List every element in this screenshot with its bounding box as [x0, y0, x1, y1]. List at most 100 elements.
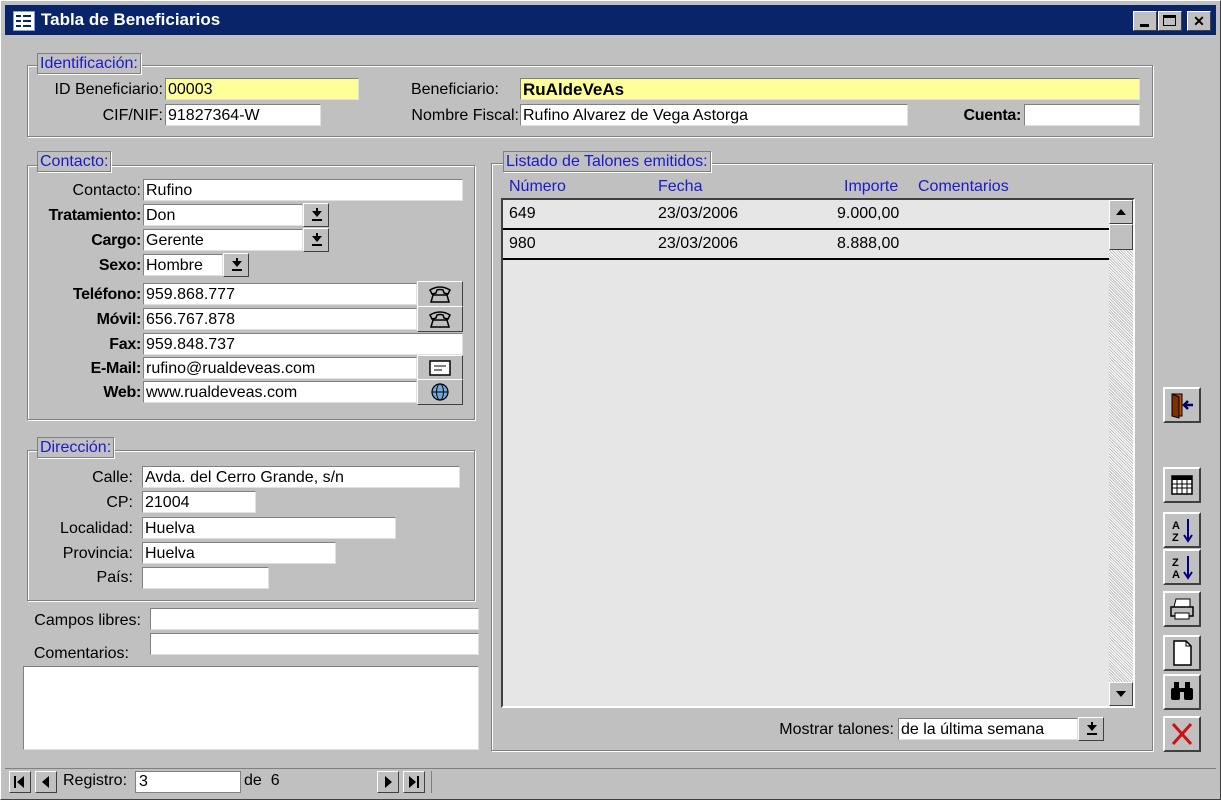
- sort-za-icon: ZA: [1172, 556, 1193, 581]
- provincia-field[interactable]: Huelva: [142, 542, 336, 564]
- beneficiario-field[interactable]: RuAldeVeAs: [520, 78, 1140, 100]
- cell-fecha: 23/03/2006: [658, 205, 739, 222]
- scroll-down-button[interactable]: [1109, 682, 1133, 706]
- print-button[interactable]: [1163, 591, 1201, 627]
- phone-icon: [429, 286, 451, 303]
- campos-libres-label: Campos libres:: [34, 612, 141, 629]
- cp-field[interactable]: 21004: [142, 491, 256, 513]
- delete-x-icon: [1171, 722, 1193, 746]
- campos-libres-field-1[interactable]: [150, 608, 479, 630]
- campos-libres-field-2[interactable]: [150, 633, 479, 655]
- first-record-button[interactable]: [9, 771, 31, 793]
- col-header-comentarios[interactable]: Comentarios: [918, 177, 1009, 197]
- list-vertical-scrollbar[interactable]: [1109, 200, 1133, 706]
- find-button[interactable]: [1163, 674, 1201, 710]
- col-header-importe[interactable]: Importe: [844, 177, 898, 197]
- cell-importe: 8.888,00: [837, 235, 900, 252]
- sexo-dropdown-button[interactable]: [223, 253, 249, 277]
- nombre-fiscal-field[interactable]: Rufino Alvarez de Vega Astorga: [520, 104, 908, 126]
- cp-label: CP:: [106, 494, 133, 511]
- sexo-select[interactable]: Hombre: [143, 254, 223, 276]
- close-window-button[interactable]: ✕: [1187, 11, 1211, 31]
- email-field[interactable]: rufino@rualdeveas.com: [143, 357, 417, 379]
- new-record-button[interactable]: [1163, 635, 1201, 671]
- open-web-button[interactable]: [417, 379, 463, 405]
- direccion-legend: Dirección:: [37, 437, 115, 458]
- id-beneficiario-field[interactable]: 00003: [165, 78, 359, 100]
- cuenta-label: Cuenta:: [963, 107, 1022, 124]
- table-row[interactable]: 980 23/03/2006 8.888,00: [503, 230, 1109, 260]
- printer-icon: [1170, 598, 1194, 620]
- grid-icon: [1171, 475, 1193, 495]
- registro-label: Registro:: [60, 771, 140, 793]
- svg-text:Z: Z: [1172, 532, 1179, 544]
- dial-movil-button[interactable]: [417, 306, 463, 332]
- telefono-field[interactable]: 959.868.777: [143, 283, 417, 305]
- calle-field[interactable]: Avda. del Cerro Grande, s/n: [142, 466, 460, 488]
- cell-numero: 649: [509, 205, 536, 222]
- mostrar-talones-select[interactable]: de la última semana: [898, 718, 1078, 740]
- record-navigation-bar: Registro: 3 de 6: [5, 768, 1216, 795]
- exit-button[interactable]: [1163, 387, 1201, 423]
- delete-button[interactable]: [1163, 716, 1201, 752]
- movil-label: Móvil:: [96, 311, 142, 328]
- next-record-button[interactable]: [377, 771, 399, 793]
- exit-door-icon: [1171, 393, 1193, 419]
- identificacion-legend: Identificación:: [37, 53, 141, 74]
- mail-icon: [429, 360, 451, 376]
- contacto-field[interactable]: Rufino: [143, 179, 463, 201]
- tratamiento-select[interactable]: Don: [143, 204, 303, 226]
- beneficiario-label: Beneficiario:: [410, 81, 499, 98]
- cargo-dropdown-button[interactable]: [303, 228, 329, 252]
- table-row[interactable]: 649 23/03/2006 9.000,00: [503, 200, 1109, 230]
- sort-az-icon: AZ: [1172, 519, 1193, 544]
- talones-legend: Listado de Talones emitidos:: [503, 151, 711, 172]
- send-email-button[interactable]: [417, 355, 463, 381]
- sort-ascending-button[interactable]: AZ: [1163, 512, 1201, 548]
- tratamiento-dropdown-button[interactable]: [303, 203, 329, 227]
- cargo-select[interactable]: Gerente: [143, 229, 303, 251]
- dial-telefono-button[interactable]: [417, 281, 463, 307]
- fax-field[interactable]: 959.848.737: [143, 333, 463, 355]
- cargo-label: Cargo:: [91, 232, 141, 249]
- pais-label: País:: [96, 569, 133, 586]
- localidad-field[interactable]: Huelva: [142, 517, 396, 539]
- movil-field[interactable]: 656.767.878: [143, 308, 417, 330]
- previous-record-button[interactable]: [35, 771, 57, 793]
- globe-icon: [431, 383, 449, 401]
- nombre-fiscal-label: Nombre Fiscal:: [411, 107, 519, 124]
- col-header-numero[interactable]: Número: [509, 177, 566, 197]
- web-field[interactable]: www.rualdeveas.com: [143, 381, 417, 403]
- sort-descending-button[interactable]: ZA: [1163, 549, 1201, 585]
- record-count-total: 6: [270, 772, 280, 789]
- navigation-spacer: [431, 771, 1212, 793]
- minimize-button[interactable]: [1133, 11, 1157, 31]
- col-header-fecha[interactable]: Fecha: [658, 177, 702, 197]
- record-count-label: de: [244, 772, 262, 789]
- cuenta-field[interactable]: [1024, 104, 1140, 126]
- calle-label: Calle:: [92, 469, 133, 486]
- sexo-label: Sexo:: [98, 257, 141, 274]
- mostrar-talones-dropdown-button[interactable]: [1078, 717, 1104, 741]
- current-record-field[interactable]: 3: [135, 771, 241, 793]
- blank-page-icon: [1173, 640, 1192, 666]
- email-label: E-Mail:: [90, 360, 142, 377]
- cell-numero: 980: [509, 235, 536, 252]
- telefono-label: Teléfono:: [72, 286, 141, 303]
- scroll-thumb[interactable]: [1109, 224, 1133, 250]
- maximize-button[interactable]: [1158, 11, 1182, 31]
- fax-label: Fax:: [109, 336, 141, 353]
- last-record-button[interactable]: [403, 771, 425, 793]
- pais-field[interactable]: [142, 567, 269, 589]
- cif-nif-field[interactable]: 91827364-W: [165, 104, 321, 126]
- title-bar[interactable]: Tabla de Beneficiarios ✕: [5, 5, 1216, 35]
- scroll-up-button[interactable]: [1109, 200, 1133, 224]
- main-window: Tabla de Beneficiarios ✕ Identificación:…: [0, 0, 1221, 800]
- id-beneficiario-label: ID Beneficiario:: [54, 81, 164, 98]
- comentarios-textarea[interactable]: [23, 666, 479, 750]
- talones-list[interactable]: 649 23/03/2006 9.000,00 980 23/03/2006 8…: [501, 198, 1135, 708]
- table-form-icon: [13, 11, 35, 31]
- binoculars-icon: [1171, 682, 1193, 700]
- datasheet-view-button[interactable]: [1163, 467, 1201, 503]
- identificacion-group: [27, 65, 1153, 137]
